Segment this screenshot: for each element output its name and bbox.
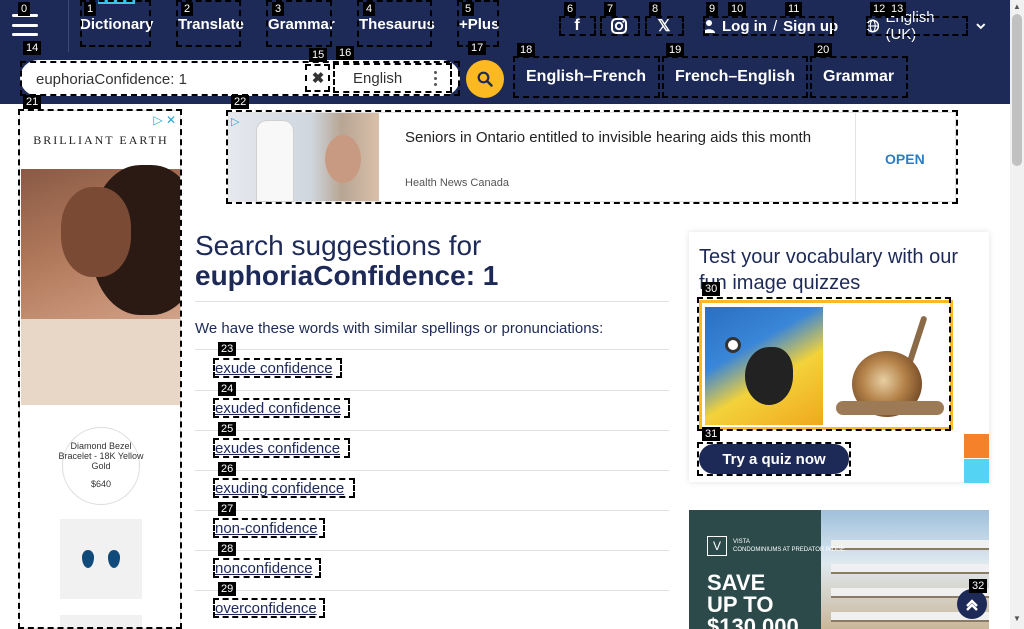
- search-input[interactable]: [36, 70, 296, 88]
- search-button[interactable]: [466, 60, 504, 98]
- marker-badge: 17: [468, 41, 487, 55]
- suggestion-link[interactable]: exuding confidence: [215, 480, 344, 497]
- marker-badge: 25: [218, 422, 237, 436]
- ad-product-image: [60, 615, 142, 628]
- instagram-icon[interactable]: [600, 14, 638, 38]
- marker-badge: 19: [666, 43, 685, 57]
- ad-earring-image: [60, 519, 142, 599]
- marker-badge: 13: [888, 2, 907, 16]
- ad-product-info: Diamond Bezel Bracelet - 18K Yellow Gold…: [20, 429, 180, 489]
- suggestions-intro: We have these words with similar spellin…: [195, 320, 604, 337]
- marker-badge: 9: [706, 2, 719, 16]
- marker-badge: 1: [84, 2, 97, 16]
- login-signup: Log in / Sign up: [702, 14, 838, 38]
- dictionary-select-label: English: [353, 69, 403, 87]
- marker-badge: 31: [702, 427, 721, 441]
- back-to-top-button[interactable]: [957, 589, 987, 619]
- snail-image: [828, 307, 948, 425]
- adchoices-icon[interactable]: ▷: [231, 115, 239, 128]
- suggestion-link[interactable]: non-confidence: [215, 520, 318, 537]
- ad-product-name: Diamond Bezel Bracelet - 18K Yellow Gold: [58, 441, 144, 471]
- dictionary-select[interactable]: English: [333, 64, 451, 92]
- marker-badge: 21: [23, 95, 42, 109]
- suggestion-link[interactable]: exuded confidence: [215, 400, 341, 417]
- globe-icon: [866, 19, 880, 33]
- clear-search-icon[interactable]: ✖: [306, 65, 330, 91]
- scroll-down-arrow-icon[interactable]: ▼: [1012, 614, 1022, 623]
- user-icon: [703, 20, 715, 33]
- marker-badge: 22: [231, 95, 250, 109]
- site-language-select[interactable]: English (UK): [866, 9, 986, 43]
- ad-save-headline: SAVE UP TO $130,000: [707, 570, 799, 629]
- marker-badge: 4: [363, 2, 376, 16]
- marker-badge: 18: [517, 43, 536, 57]
- marker-badge: 0: [18, 2, 31, 16]
- arrow-up-icon: [966, 599, 978, 611]
- side-tab-blue[interactable]: [964, 459, 989, 483]
- search-icon: [477, 71, 493, 87]
- ad-hearing-image: [229, 113, 379, 201]
- marker-badge: 3: [272, 2, 285, 16]
- ad-model-photo: [21, 165, 180, 405]
- marker-badge: 28: [218, 542, 237, 556]
- scrollbar-thumb[interactable]: [1012, 14, 1022, 166]
- subnav-french-english[interactable]: French–English: [675, 56, 795, 98]
- marker-badge: 24: [218, 382, 237, 396]
- page-title-query: euphoriaConfidence: 1: [195, 260, 499, 291]
- marker-badge: 15: [309, 48, 328, 62]
- ad-brand-name: BRILLIANT EARTH: [33, 133, 169, 147]
- suggestion-link[interactable]: exudes confidence: [215, 440, 340, 457]
- hamburger-menu-icon[interactable]: [12, 14, 38, 36]
- marker-badge: 20: [814, 43, 833, 57]
- parrot-image: [705, 307, 823, 425]
- suggestion-link[interactable]: nonconfidence: [215, 560, 313, 577]
- suggestion-link[interactable]: overconfidence: [215, 600, 317, 617]
- login-link[interactable]: Log in: [722, 18, 767, 35]
- top-advertisement[interactable]: ▷ Seniors in Ontario entitled to invisib…: [228, 112, 956, 202]
- marker-badge: 11: [785, 2, 803, 16]
- marker-badge: 32: [969, 579, 988, 593]
- subnav-grammar[interactable]: Grammar: [823, 56, 894, 98]
- signup-link[interactable]: Sign up: [783, 18, 838, 35]
- marker-badge: 27: [218, 502, 237, 516]
- marker-badge: 12: [870, 2, 889, 16]
- suggestion-link[interactable]: exude confidence: [215, 360, 333, 377]
- scroll-up-arrow-icon[interactable]: ▲: [1012, 2, 1022, 11]
- ad-headline: Seniors in Ontario entitled to invisible…: [405, 129, 812, 146]
- marker-badge: 16: [336, 46, 355, 60]
- vista-logo: V: [707, 536, 727, 556]
- marker-badge: 7: [604, 2, 617, 16]
- page-title-prefix: Search suggestions for: [195, 230, 482, 261]
- quiz-title: Test your vocabulary with our fun image …: [699, 246, 959, 294]
- marker-badge: 5: [462, 2, 475, 16]
- ad-product-price: $640: [90, 479, 112, 489]
- x-twitter-icon[interactable]: 𝕏: [645, 14, 683, 38]
- marker-badge: 10: [728, 2, 747, 16]
- login-separator: /: [773, 17, 778, 35]
- side-tab-orange[interactable]: [964, 434, 989, 458]
- subnav-english-french[interactable]: English–French: [526, 56, 646, 98]
- ad-brand-text: VISTA CONDOMINIUMS AT PREDATOR RIDGE: [733, 539, 845, 553]
- more-options-icon: [434, 70, 437, 86]
- right-advertisement[interactable]: V VISTA CONDOMINIUMS AT PREDATOR RIDGE SA…: [689, 510, 989, 629]
- marker-badge: 30: [702, 282, 721, 296]
- divider: [195, 301, 669, 302]
- adchoices-icon[interactable]: ▷ ✕: [153, 113, 176, 127]
- ad-open-button[interactable]: OPEN: [885, 151, 925, 167]
- marker-badge: 29: [218, 582, 237, 596]
- chevron-down-icon: [976, 23, 986, 30]
- marker-badge: 23: [218, 342, 237, 356]
- marker-badge: 2: [181, 2, 194, 16]
- try-quiz-button[interactable]: Try a quiz now: [699, 444, 849, 474]
- marker-badge: 8: [649, 2, 662, 16]
- marker-badge: 14: [23, 41, 42, 55]
- marker-badge: 6: [564, 2, 577, 16]
- nav-divider: [68, 0, 69, 52]
- facebook-icon[interactable]: f: [558, 14, 596, 38]
- left-advertisement[interactable]: ▷ ✕ BRILLIANT EARTH Diamond Bezel Bracel…: [19, 110, 181, 629]
- ad-source: Health News Canada: [405, 177, 509, 189]
- marker-badge: 26: [218, 462, 237, 476]
- quiz-image[interactable]: [699, 300, 953, 430]
